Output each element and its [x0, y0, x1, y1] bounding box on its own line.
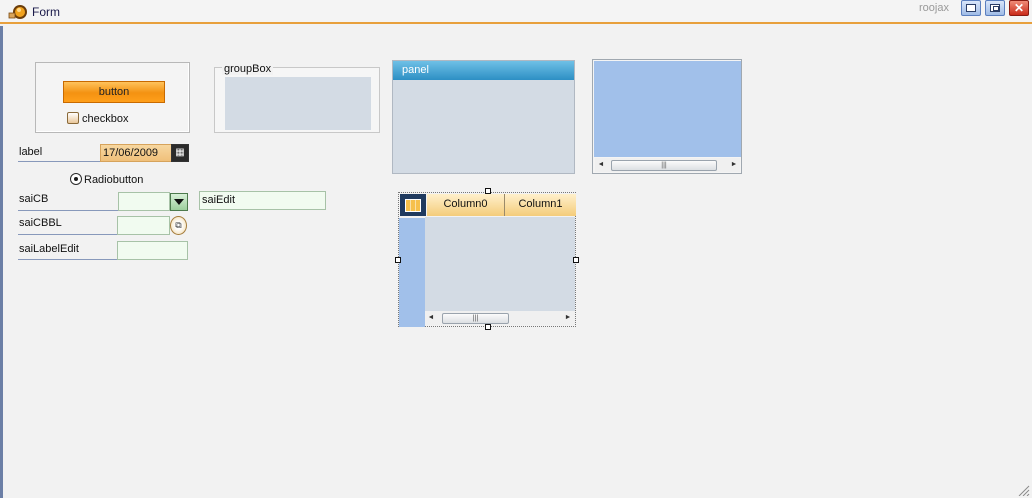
radio-button[interactable]: [70, 173, 82, 185]
group-box-title: groupBox: [222, 63, 274, 75]
close-button[interactable]: ✕: [1009, 0, 1029, 16]
maximize-icon: [990, 4, 1000, 12]
label-underline: [18, 161, 100, 162]
resize-handle-bottom[interactable]: [485, 324, 491, 330]
chevron-down-icon[interactable]: [170, 193, 188, 211]
grid-scroll-right-icon[interactable]: ►: [562, 311, 574, 325]
resize-handle-left[interactable]: [395, 257, 401, 263]
brand-label: roojax: [919, 2, 949, 14]
resize-handle-top[interactable]: [485, 188, 491, 194]
sailabeledit-underline: [18, 259, 118, 260]
scroll-left-icon[interactable]: ◄: [595, 158, 607, 172]
browse-icon[interactable]: ⧉: [170, 216, 187, 235]
grid-scrollbar-thumb[interactable]: |||: [442, 313, 509, 324]
radio-label: Radiobutton: [84, 174, 144, 186]
sailabeledit-label: saiLabelEdit: [19, 243, 79, 255]
scroll-right-icon[interactable]: ►: [728, 158, 740, 172]
grid-scroll-left-icon[interactable]: ◄: [425, 311, 437, 325]
app-icon: [8, 5, 27, 19]
grid-body: [425, 217, 575, 311]
calendar-icon[interactable]: ▦: [171, 144, 189, 162]
horizontal-scrollbar[interactable]: ◄ ||| ►: [595, 158, 740, 172]
window-left-border: [0, 26, 3, 498]
checkbox[interactable]: [67, 112, 79, 124]
panel-header: panel: [393, 61, 574, 80]
title-bar: Form roojax ✕: [0, 0, 1032, 24]
grid-row-header: [399, 218, 425, 327]
scroll-content: [594, 61, 741, 157]
scroll-panel: ◄ ||| ►: [592, 59, 742, 174]
data-grid: Column0 Column1 ◄ ||| ►: [398, 192, 576, 327]
label-text: label: [19, 146, 43, 158]
saicb-input[interactable]: [118, 192, 170, 211]
saicb-underline: [18, 210, 118, 211]
saicb-label: saiCB: [19, 193, 49, 205]
group-box-content: [225, 77, 371, 130]
resize-handle-right[interactable]: [573, 257, 579, 263]
minimize-icon: [966, 4, 976, 12]
saiedit-value: saiEdit: [202, 194, 236, 206]
grid-column-header-1[interactable]: Column1: [505, 194, 576, 216]
saicbbl-input[interactable]: [117, 216, 170, 235]
saicbbl-label: saiCBBL: [19, 217, 62, 229]
saicbbl-underline: [18, 234, 118, 235]
close-icon: ✕: [1013, 1, 1025, 15]
button[interactable]: button: [63, 81, 165, 103]
scrollbar-thumb[interactable]: |||: [611, 160, 717, 171]
saiedit-input[interactable]: saiEdit: [199, 191, 326, 210]
sailabeledit-input[interactable]: [117, 241, 188, 260]
window-title: Form: [32, 5, 60, 19]
minimize-button[interactable]: [961, 0, 981, 16]
grid-table-icon[interactable]: [400, 194, 426, 216]
grid-column-header-0[interactable]: Column0: [427, 194, 505, 216]
maximize-button[interactable]: [985, 0, 1005, 16]
resize-grip-icon[interactable]: [1016, 484, 1030, 496]
grid-horizontal-scrollbar[interactable]: ◄ ||| ►: [425, 311, 575, 325]
checkbox-label: checkbox: [82, 113, 129, 125]
panel: panel: [392, 60, 575, 174]
